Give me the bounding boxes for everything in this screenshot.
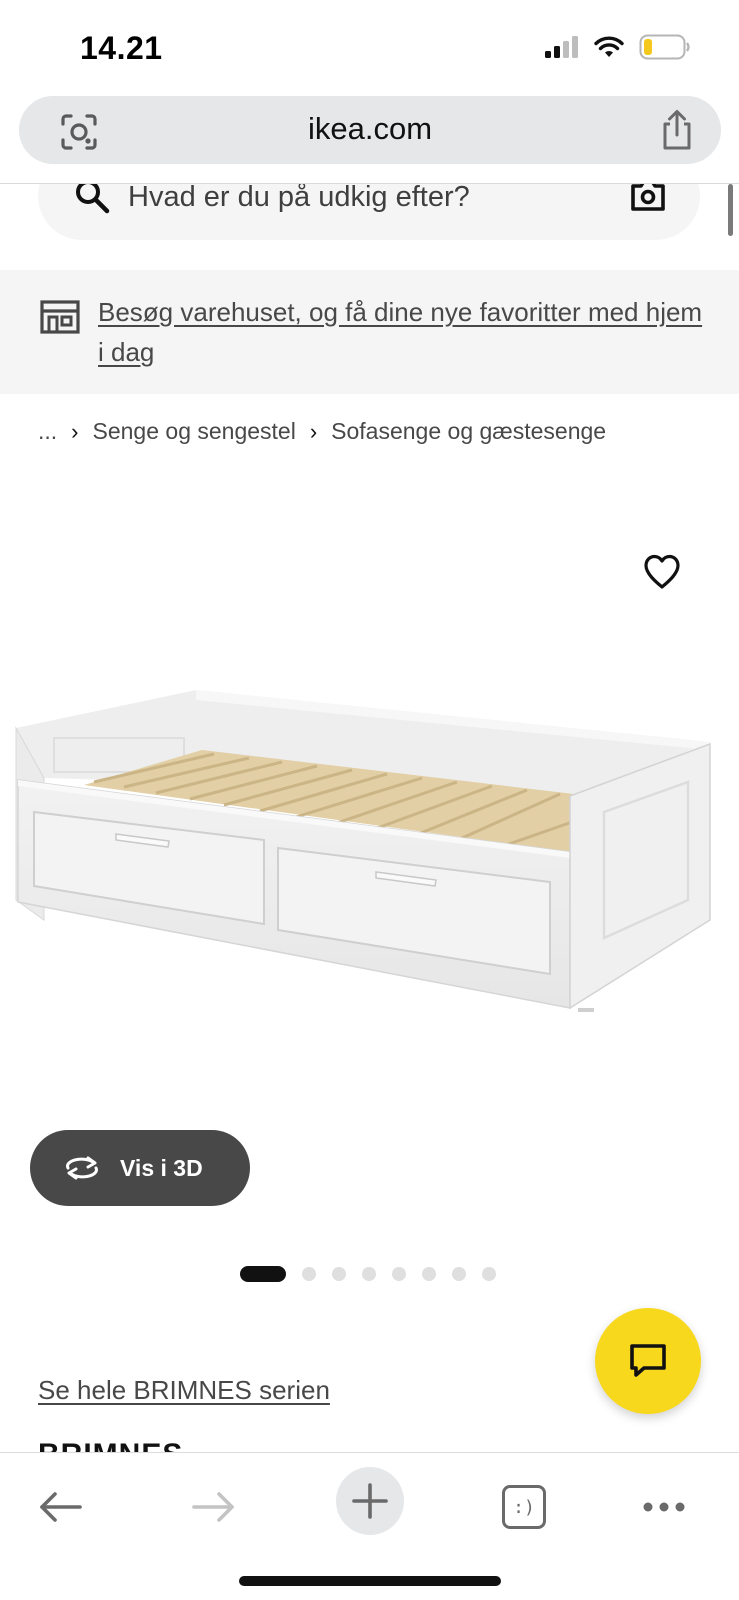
arrow-left-icon bbox=[40, 1492, 82, 1522]
heart-icon[interactable] bbox=[642, 553, 682, 591]
arrow-right-icon bbox=[192, 1492, 234, 1522]
status-bar: 14.21 bbox=[0, 0, 739, 96]
tabs-button[interactable]: :) bbox=[492, 1475, 556, 1539]
carousel-dot-1[interactable] bbox=[240, 1266, 286, 1282]
breadcrumb: ... › Senge og sengestel › Sofasenge og … bbox=[38, 418, 606, 445]
view-3d-button[interactable]: Vis i 3D bbox=[30, 1130, 250, 1206]
chat-button[interactable] bbox=[595, 1308, 701, 1414]
status-time: 14.21 bbox=[80, 30, 163, 66]
browser-chrome-top: ikea.com bbox=[0, 96, 739, 184]
forward-button[interactable] bbox=[182, 1475, 246, 1539]
tabs-icon: :) bbox=[502, 1485, 546, 1529]
store-icon bbox=[40, 300, 80, 334]
carousel-dot-4[interactable] bbox=[362, 1267, 376, 1281]
chat-bubble-icon bbox=[630, 1344, 666, 1377]
image-carousel-dots bbox=[240, 1266, 496, 1282]
cellular-signal-icon bbox=[545, 36, 578, 58]
carousel-dot-6[interactable] bbox=[422, 1267, 436, 1281]
series-link[interactable]: Se hele BRIMNES serien bbox=[38, 1375, 330, 1406]
home-indicator[interactable] bbox=[239, 1576, 501, 1586]
back-button[interactable] bbox=[28, 1475, 92, 1539]
share-icon[interactable] bbox=[657, 108, 697, 152]
chrome-divider bbox=[0, 183, 739, 184]
battery-icon bbox=[639, 34, 690, 60]
status-icons bbox=[545, 34, 691, 60]
carousel-dot-3[interactable] bbox=[332, 1267, 346, 1281]
url-text[interactable]: ikea.com bbox=[19, 111, 721, 147]
scroll-indicator[interactable] bbox=[728, 184, 733, 236]
breadcrumb-item-beds[interactable]: Senge og sengestel bbox=[93, 418, 296, 445]
carousel-dot-2[interactable] bbox=[302, 1267, 316, 1281]
new-tab-button[interactable] bbox=[336, 1467, 404, 1535]
more-dots-icon bbox=[643, 1502, 685, 1512]
page: 14.21 Hvad er du på udkig efter? ikea.co… bbox=[0, 0, 739, 1600]
breadcrumb-item-sofa-beds[interactable]: Sofasenge og gæstesenge bbox=[331, 418, 606, 445]
store-visit-link[interactable]: Besøg varehuset, og få dine nye favoritt… bbox=[98, 292, 708, 372]
more-button[interactable] bbox=[632, 1475, 696, 1539]
carousel-dot-5[interactable] bbox=[392, 1267, 406, 1281]
wifi-icon bbox=[594, 36, 624, 57]
chevron-right-icon: › bbox=[71, 418, 79, 444]
tabs-label: :) bbox=[513, 1496, 535, 1518]
view-3d-label: Vis i 3D bbox=[120, 1154, 203, 1181]
rotate-3d-icon bbox=[66, 1156, 98, 1180]
store-banner: Besøg varehuset, og få dine nye favoritt… bbox=[0, 270, 739, 394]
address-bar[interactable]: ikea.com bbox=[19, 96, 721, 164]
chevron-right-icon: › bbox=[309, 418, 318, 444]
carousel-dot-7[interactable] bbox=[452, 1267, 466, 1281]
carousel-dot-8[interactable] bbox=[482, 1267, 496, 1281]
breadcrumb-ellipsis[interactable]: ... bbox=[38, 418, 57, 445]
plus-icon bbox=[352, 1483, 388, 1519]
product-image[interactable] bbox=[14, 690, 726, 1130]
